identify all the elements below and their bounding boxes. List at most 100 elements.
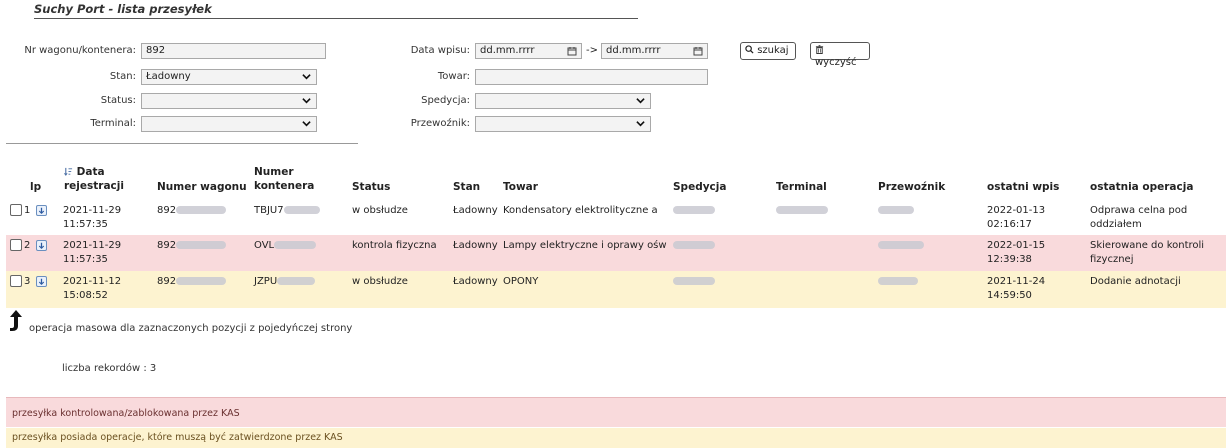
cell-status: w obsłudze — [352, 205, 408, 216]
cell-lp: 1 — [24, 205, 31, 216]
cell-ostatni-wpis: 2021-11-24 14:59:50 — [987, 275, 1045, 303]
cell-ostatnia-operacja: Skierowane do kontroli fizycznej — [1090, 239, 1204, 267]
redacted-text — [878, 277, 918, 285]
sort-icon — [64, 167, 73, 176]
cell-towar: OPONY — [503, 276, 539, 287]
row-checkbox[interactable] — [10, 275, 22, 287]
clear-button[interactable]: wyczyść — [810, 42, 870, 68]
col-header-przewoznik: Przewoźnik — [878, 181, 946, 193]
cell-date-time: 11:57:35 — [63, 254, 108, 265]
redacted-text — [176, 206, 227, 214]
cell-ostatni-wpis-time: 14:59:50 — [987, 290, 1032, 301]
chevron-down-icon — [636, 121, 645, 127]
expand-icon[interactable] — [36, 276, 47, 287]
col-header-kontener-line2: kontenera — [254, 180, 315, 192]
przewoznik-select[interactable] — [475, 116, 651, 132]
table-row[interactable]: 3 2021-11-12 15:08:52 892 JZPU w obsłudz… — [6, 271, 1226, 309]
cell-kontener: TBJU7 — [254, 204, 320, 218]
cell-przewoznik — [878, 204, 914, 218]
row-checkbox[interactable] — [10, 239, 22, 251]
stan-select[interactable]: Ładowny — [141, 69, 317, 85]
cell-date-day: 2021-11-29 — [63, 240, 122, 251]
col-header-status: Status — [352, 181, 391, 193]
date-from-input[interactable]: dd.mm.rrrr — [475, 43, 582, 59]
towar-label: Towar: — [437, 71, 470, 82]
cell-ostatnia-operacja-line1: Skierowane do kontroli — [1090, 240, 1205, 251]
date-to-input[interactable]: dd.mm.rrrr — [601, 43, 708, 59]
cell-date-time: 15:08:52 — [63, 290, 108, 301]
search-icon — [745, 45, 754, 54]
redacted-text — [673, 277, 715, 285]
cell-wagon: 892 — [157, 239, 227, 253]
arrow-up-icon — [10, 310, 22, 331]
spedycja-label: Spedycja: — [421, 95, 470, 106]
expand-icon[interactable] — [36, 240, 47, 251]
cell-spedycja — [673, 204, 715, 218]
col-header-towar: Towar — [503, 181, 538, 193]
date-range-arrow: -> — [586, 45, 598, 56]
cell-lp: 3 — [24, 276, 31, 287]
col-header-spedycja: Spedycja — [673, 181, 727, 193]
wagon-input[interactable]: 892 — [141, 43, 326, 59]
cell-kontener: OVL — [254, 239, 317, 253]
col-header-kontener-line1: Numer — [254, 166, 294, 178]
cell-ostatni-wpis-time: 02:16:17 — [987, 219, 1032, 230]
redacted-text — [274, 241, 317, 249]
redacted-text — [176, 277, 227, 285]
status-select[interactable] — [141, 93, 317, 109]
cell-spedycja — [673, 275, 715, 289]
stan-select-value: Ładowny — [146, 71, 191, 82]
table-row[interactable]: 1 2021-11-29 11:57:35 892 TBJU7 w obsłud… — [6, 200, 1226, 238]
legend-blocked: przesyłka kontrolowana/zablokowana przez… — [6, 397, 1226, 427]
row-checkbox[interactable] — [10, 204, 22, 216]
trash-icon — [815, 45, 824, 54]
clear-button-label: wyczyść — [815, 57, 857, 68]
col-header-data-line1: Data — [76, 166, 105, 178]
terminal-select[interactable] — [141, 116, 317, 132]
cell-ostatnia-operacja: Odprawa celna pod oddziałem — [1090, 204, 1226, 232]
expand-icon[interactable] — [36, 205, 47, 216]
redacted-text — [277, 277, 316, 285]
cell-wagon: 892 — [157, 204, 227, 218]
cell-wagon: 892 — [157, 275, 227, 289]
cell-przewoznik — [878, 239, 924, 253]
cell-ostatni-wpis-time: 12:39:38 — [987, 254, 1032, 265]
col-header-data-line2: rejestracji — [64, 180, 124, 192]
date-from-placeholder: dd.mm.rrrr — [480, 45, 535, 56]
cell-kontener-text: TBJU7 — [254, 205, 284, 216]
cell-towar: Lampy elektryczne i oprawy ośw — [503, 240, 667, 251]
cell-date: 2021-11-12 15:08:52 — [63, 275, 121, 303]
calendar-icon[interactable] — [693, 46, 703, 56]
col-header-data[interactable]: Data rejestracji — [64, 165, 124, 193]
calendar-icon[interactable] — [567, 46, 577, 56]
redacted-text — [878, 241, 924, 249]
col-header-kontener: Numer kontenera — [254, 165, 314, 193]
cell-date: 2021-11-29 11:57:35 — [63, 239, 121, 267]
chevron-down-icon — [302, 74, 311, 80]
towar-input[interactable] — [475, 69, 708, 85]
col-header-lp: lp — [30, 181, 42, 193]
redacted-text — [673, 241, 715, 249]
cell-stan: Ładowny — [453, 276, 498, 287]
search-button[interactable]: szukaj — [740, 42, 796, 60]
cell-terminal — [776, 204, 828, 218]
cell-ostatni-wpis: 2022-01-15 12:39:38 — [987, 239, 1045, 267]
col-header-wagon: Numer wagonu — [157, 181, 247, 193]
cell-ostatnia-operacja-line1: Dodanie adnotacji — [1090, 276, 1181, 287]
data-wpisu-label: Data wpisu: — [410, 45, 470, 56]
cell-ostatni-wpis: 2022-01-13 02:16:17 — [987, 204, 1045, 232]
search-button-label: szukaj — [757, 45, 789, 56]
date-to-placeholder: dd.mm.rrrr — [606, 45, 661, 56]
chevron-down-icon — [302, 98, 311, 104]
status-label: Status: — [100, 95, 136, 106]
cell-ostatni-wpis-day: 2021-11-24 — [987, 276, 1046, 287]
cell-lp: 2 — [24, 240, 31, 251]
col-header-stan: Stan — [453, 181, 481, 193]
table-row[interactable]: 2 2021-11-29 11:57:35 892 OVL kontrola f… — [6, 235, 1226, 273]
cell-spedycja — [673, 239, 715, 253]
spedycja-select[interactable] — [475, 93, 651, 109]
col-header-terminal: Terminal — [776, 181, 827, 193]
terminal-label: Terminal: — [90, 118, 136, 129]
redacted-text — [673, 206, 715, 214]
cell-wagon-text: 892 — [157, 240, 177, 251]
